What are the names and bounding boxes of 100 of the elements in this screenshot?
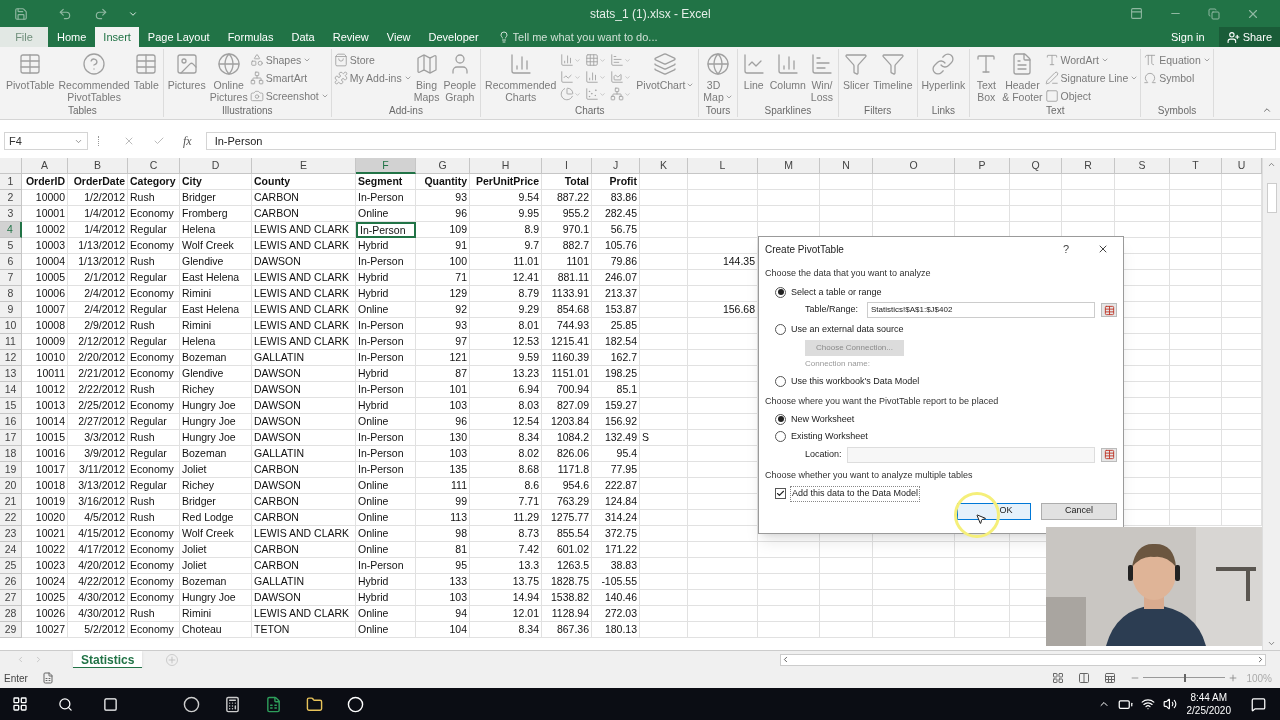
insert-function-button[interactable]: fx: [183, 132, 192, 150]
letter-heading[interactable]: G: [416, 158, 470, 174]
ribbon-button[interactable]: Text Box: [972, 49, 1001, 103]
letter-heading[interactable]: D: [180, 158, 252, 174]
ribbon-button[interactable]: Line: [739, 49, 768, 91]
ribbon-button[interactable]: My Add-ins: [333, 70, 412, 86]
clock-date[interactable]: 2/25/2020: [1186, 704, 1231, 717]
row-number[interactable]: 19: [0, 462, 22, 478]
ribbon-tab[interactable]: Review: [323, 27, 378, 47]
ribbon-button[interactable]: Timeline: [871, 49, 915, 91]
row-number[interactable]: 13: [0, 366, 22, 382]
letter-heading[interactable]: R: [1062, 158, 1115, 174]
help-button[interactable]: ?: [1062, 240, 1069, 258]
letter-heading[interactable]: F: [356, 158, 416, 174]
ribbon-button[interactable]: 3D Map: [701, 49, 735, 103]
letter-heading[interactable]: T: [1170, 158, 1222, 174]
ribbon-button[interactable]: Store: [333, 52, 412, 68]
clock-time[interactable]: 8:44 AM: [1190, 691, 1228, 704]
row-number[interactable]: 3: [0, 206, 22, 222]
table-range-field[interactable]: Statistics!$A$1:$J$402: [867, 302, 1095, 318]
letter-heading[interactable]: P: [955, 158, 1010, 174]
ribbon-button[interactable]: People Graph: [441, 49, 479, 103]
row-number[interactable]: 29: [0, 622, 22, 638]
letter-heading[interactable]: S: [1115, 158, 1170, 174]
letter-heading[interactable]: M: [758, 158, 820, 174]
ribbon-tab[interactable]: Formulas: [218, 27, 283, 47]
row-number[interactable]: 12: [0, 350, 22, 366]
letter-heading[interactable]: K: [640, 158, 688, 174]
ribbon-button[interactable]: Shapes: [249, 52, 329, 68]
row-number[interactable]: 14: [0, 382, 22, 398]
letter-heading[interactable]: Q: [1010, 158, 1062, 174]
sheet-tab[interactable]: Statistics: [73, 650, 143, 669]
ribbon-tab[interactable]: Developer: [419, 27, 488, 47]
row-number[interactable]: 15: [0, 398, 22, 414]
ribbon-button[interactable]: PivotTable: [4, 49, 57, 91]
tell-me-field[interactable]: Tell me what you want to do...: [512, 28, 713, 46]
letter-heading[interactable]: B: [68, 158, 128, 174]
ribbon-button[interactable]: Header & Footer: [1000, 49, 1045, 103]
ribbon-button[interactable]: Bing Maps: [411, 49, 442, 103]
letter-heading[interactable]: A: [22, 158, 68, 174]
row-number[interactable]: 2: [0, 190, 22, 206]
ribbon-button[interactable]: Object: [1044, 88, 1139, 104]
ribbon-button[interactable]: Recommended PivotTables: [56, 49, 132, 103]
ribbon-button[interactable]: Symbol: [1143, 70, 1211, 86]
table-cell: GALLATIN: [252, 574, 356, 590]
sign-in-link[interactable]: Sign in: [1171, 28, 1205, 46]
ribbon-button[interactable]: Signature Line: [1044, 70, 1139, 86]
letter-heading[interactable]: I: [542, 158, 592, 174]
ribbon-button[interactable]: WordArt: [1044, 52, 1139, 68]
row-number[interactable]: 28: [0, 606, 22, 622]
ribbon-button[interactable]: Table: [131, 49, 161, 91]
dialog-button[interactable]: OK: [957, 502, 1031, 520]
row-number[interactable]: 6: [0, 254, 22, 270]
row-number[interactable]: 17: [0, 430, 22, 446]
letter-heading[interactable]: J: [592, 158, 640, 174]
ribbon-tab[interactable]: View: [377, 27, 420, 47]
ribbon-tab[interactable]: Home: [48, 27, 96, 47]
ribbon-button[interactable]: Column: [767, 49, 808, 91]
letter-heading[interactable]: N: [820, 158, 873, 174]
row-number[interactable]: 16: [0, 414, 22, 430]
letter-heading[interactable]: L: [688, 158, 758, 174]
ribbon-button[interactable]: SmartArt: [249, 70, 329, 86]
ribbon-button[interactable]: Win/ Loss: [807, 49, 836, 103]
row-number[interactable]: 1: [0, 174, 22, 190]
dialog-button[interactable]: Cancel: [1041, 502, 1117, 520]
row-number[interactable]: 7: [0, 270, 22, 286]
row-number[interactable]: 25: [0, 558, 22, 574]
letter-heading[interactable]: C: [128, 158, 180, 174]
row-number[interactable]: 20: [0, 478, 22, 494]
letter-heading[interactable]: O: [873, 158, 955, 174]
row-number[interactable]: 26: [0, 574, 22, 590]
ribbon-tab[interactable]: Page Layout: [138, 27, 219, 47]
ribbon-button[interactable]: Slicer: [840, 49, 872, 91]
row-number[interactable]: 24: [0, 542, 22, 558]
table-cell: Fromberg: [180, 206, 252, 222]
share-button[interactable]: Share: [1218, 27, 1280, 47]
formula-field[interactable]: In-Person: [205, 132, 1276, 150]
row-number[interactable]: 21: [0, 494, 22, 510]
row-number[interactable]: 8: [0, 286, 22, 302]
ribbon-button[interactable]: Equation: [1143, 52, 1211, 68]
row-number[interactable]: 18: [0, 446, 22, 462]
ribbon-button[interactable]: Pictures: [165, 49, 208, 91]
row-number[interactable]: 10: [0, 318, 22, 334]
ribbon-button[interactable]: PivotChart: [634, 49, 697, 91]
ribbon-button[interactable]: Hyperlink: [919, 49, 968, 91]
ribbon-button[interactable]: Screenshot: [249, 88, 329, 104]
letter-heading[interactable]: H: [470, 158, 542, 174]
row-number[interactable]: 9: [0, 302, 22, 318]
row-number[interactable]: 27: [0, 590, 22, 606]
name-box[interactable]: F4: [4, 132, 88, 150]
row-number[interactable]: 11: [0, 334, 22, 350]
row-number[interactable]: 23: [0, 526, 22, 542]
row-number[interactable]: 4: [0, 222, 22, 238]
ribbon-button[interactable]: Recommended Charts: [483, 49, 559, 103]
table-cell: TETON: [252, 622, 356, 638]
ribbon-tab[interactable]: Data: [282, 27, 324, 47]
ribbon-button[interactable]: Online Pictures: [207, 49, 250, 103]
row-number[interactable]: 5: [0, 238, 22, 254]
ribbon-tab[interactable]: Insert: [95, 27, 139, 47]
row-number[interactable]: 22: [0, 510, 22, 526]
